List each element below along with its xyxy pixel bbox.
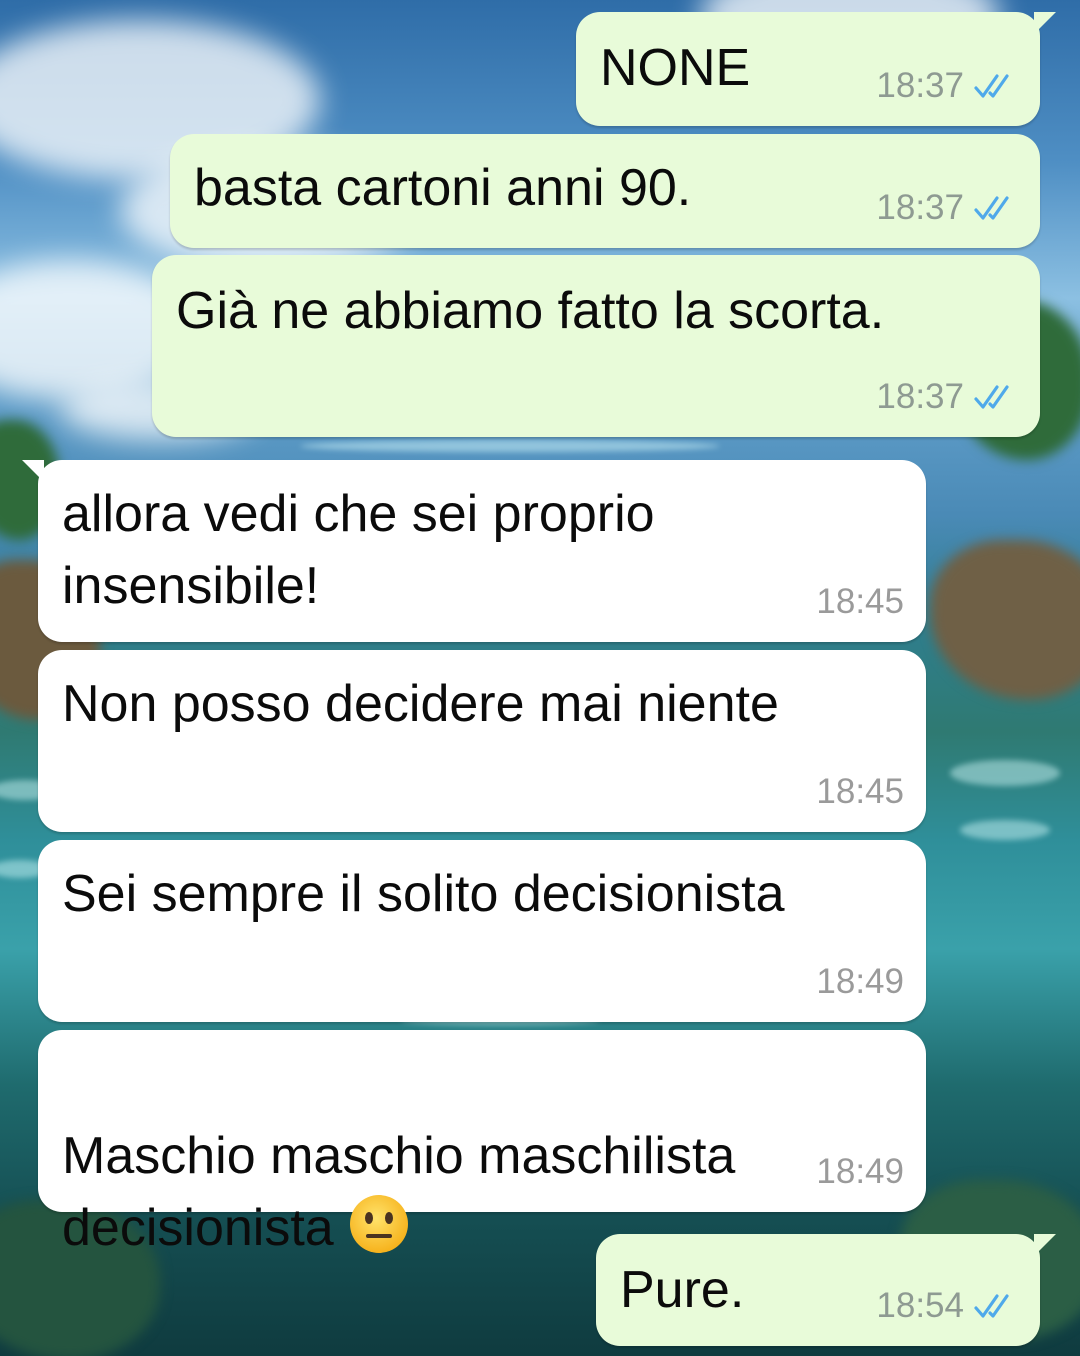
message-meta: 18:49 [816, 1152, 904, 1192]
message-text: allora vedi che sei proprio insensibile! [62, 485, 655, 615]
message-meta: 18:37 [876, 377, 1018, 417]
message-bubble-incoming[interactable]: Non posso decidere mai niente 18:45 [38, 650, 926, 832]
message-text: Sei sempre il solito decisionista [62, 865, 785, 923]
neutral-face-icon [349, 1195, 408, 1253]
message-text: Pure. [620, 1261, 745, 1319]
message-bubble-outgoing[interactable]: Pure. 18:54 [596, 1234, 1056, 1346]
message-text: Non posso decidere mai niente [62, 675, 779, 733]
message-time: 18:45 [816, 582, 904, 621]
message-meta: 18:45 [816, 772, 904, 812]
message-time: 18:54 [876, 1286, 964, 1325]
message-bubble-incoming[interactable]: Sei sempre il solito decisionista 18:49 [38, 840, 926, 1022]
message-meta: 18:45 [816, 582, 904, 622]
bubble-tail [1034, 12, 1056, 34]
message-meta: 18:37 [876, 188, 1018, 228]
message-bubble-outgoing[interactable]: NONE 18:37 [576, 12, 1056, 126]
message-time: 18:37 [876, 188, 964, 227]
double-check-read-icon [974, 1294, 1009, 1318]
message-meta: 18:37 [876, 66, 1018, 106]
message-text: basta cartoni anni 90. [194, 159, 692, 217]
message-bubble-incoming[interactable]: Maschio maschio maschilista decisionista… [38, 1030, 926, 1257]
message-time: 18:37 [876, 66, 964, 105]
double-check-read-icon [974, 196, 1009, 220]
double-check-read-icon [974, 385, 1009, 409]
message-text: NONE [600, 39, 751, 97]
message-bubble-outgoing[interactable]: Già ne abbiamo fatto la scorta. 18:37 [152, 255, 1040, 437]
message-time: 18:37 [876, 377, 964, 416]
message-bubble-outgoing[interactable]: basta cartoni anni 90. 18:37 [170, 134, 1040, 248]
message-time: 18:45 [816, 772, 904, 811]
message-time: 18:49 [816, 1152, 904, 1191]
bubble-tail [22, 460, 44, 482]
message-bubble-incoming[interactable]: allora vedi che sei proprio insensibile!… [22, 460, 926, 642]
message-time: 18:49 [816, 962, 904, 1001]
double-check-read-icon [974, 74, 1009, 98]
bubble-tail [1034, 1234, 1056, 1256]
message-content: Maschio maschio maschilista decisionista [62, 1048, 735, 1264]
message-text: Già ne abbiamo fatto la scorta. [176, 282, 885, 340]
message-meta: 18:49 [816, 962, 904, 1002]
message-meta: 18:54 [876, 1286, 1018, 1326]
